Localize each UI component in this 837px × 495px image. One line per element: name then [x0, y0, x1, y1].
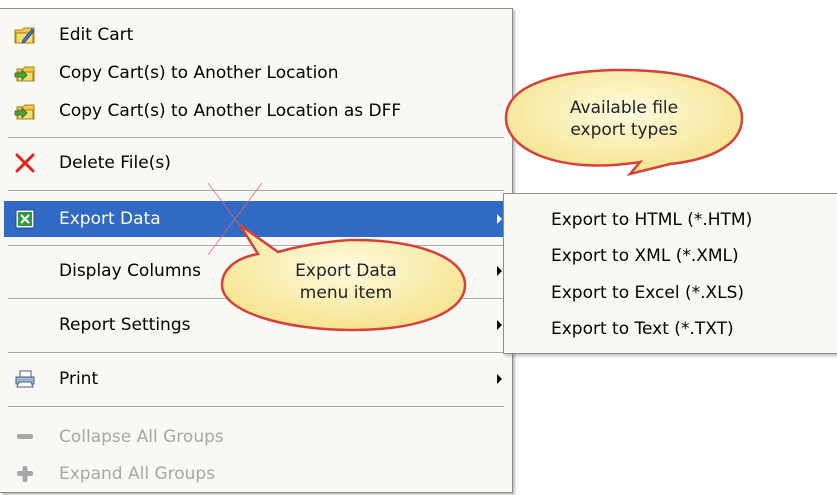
submenu-arrow-icon	[497, 320, 502, 330]
menu-item-label: Export Data	[59, 209, 161, 229]
submenu-arrow-icon	[497, 374, 502, 384]
printer-icon	[14, 369, 36, 389]
plus-icon	[14, 464, 36, 484]
menu-item-report-settings[interactable]: Report Settings	[4, 307, 508, 343]
edit-cart-icon	[14, 25, 36, 45]
menu-separator	[8, 137, 504, 139]
callout-line: Export Data	[295, 261, 397, 281]
menu-item-label: Edit Cart	[59, 25, 134, 45]
menu-item-label: Report Settings	[59, 315, 191, 335]
menu-separator	[8, 245, 504, 247]
submenu-item-label: Export to Text (*.TXT)	[551, 319, 734, 339]
menu-item-print[interactable]: Print	[4, 361, 508, 397]
menu-item-collapse-all-groups[interactable]: Collapse All Groups	[4, 419, 508, 455]
delete-x-icon	[14, 153, 36, 173]
submenu-arrow-icon	[497, 266, 502, 276]
callout-line: export types	[570, 120, 678, 140]
menu-item-edit-cart[interactable]: Edit Cart	[4, 17, 508, 53]
submenu-item-export-html[interactable]: Export to HTML (*.HTM)	[504, 202, 837, 238]
menu-item-delete-files[interactable]: Delete File(s)	[4, 145, 508, 181]
menu-separator	[8, 190, 504, 192]
menu-separator	[8, 352, 504, 354]
menu-item-copy-cart[interactable]: Copy Cart(s) to Another Location	[4, 55, 508, 91]
callout-file-types-text: Available file export types	[520, 97, 728, 141]
menu-item-label: Copy Cart(s) to Another Location	[59, 63, 339, 83]
submenu-item-export-xml[interactable]: Export to XML (*.XML)	[504, 238, 837, 274]
export-data-icon	[14, 209, 36, 229]
submenu-arrow-icon	[497, 214, 502, 224]
menu-item-export-data[interactable]: Export Data	[4, 201, 508, 237]
minus-icon	[14, 427, 36, 447]
menu-item-label: Print	[59, 369, 99, 389]
menu-item-label: Copy Cart(s) to Another Location as DFF	[59, 101, 402, 121]
submenu-item-label: Export to Excel (*.XLS)	[551, 283, 745, 303]
menu-item-copy-cart-dff[interactable]: Copy Cart(s) to Another Location as DFF	[4, 93, 508, 129]
submenu-item-export-excel[interactable]: Export to Excel (*.XLS)	[504, 275, 837, 311]
copy-cart-dff-icon	[14, 101, 36, 121]
callout-menu-item-text: Export Data menu item	[240, 260, 452, 304]
submenu-item-export-text[interactable]: Export to Text (*.TXT)	[504, 311, 837, 347]
callout-line: Available file	[569, 98, 679, 118]
menu-item-label: Collapse All Groups	[59, 427, 224, 447]
menu-item-label: Expand All Groups	[59, 464, 216, 484]
callout-line: menu item	[299, 283, 393, 303]
context-menu: Edit Cart Copy Cart(s) to Another Locati…	[0, 8, 513, 493]
menu-separator	[8, 406, 504, 408]
menu-item-expand-all-groups[interactable]: Expand All Groups	[4, 456, 508, 492]
submenu-item-label: Export to HTML (*.HTM)	[551, 210, 753, 230]
menu-item-label: Display Columns	[59, 261, 202, 281]
export-submenu: Export to HTML (*.HTM) Export to XML (*.…	[503, 193, 837, 354]
menu-item-label: Delete File(s)	[59, 153, 171, 173]
submenu-item-label: Export to XML (*.XML)	[551, 246, 739, 266]
copy-cart-icon	[14, 63, 36, 83]
